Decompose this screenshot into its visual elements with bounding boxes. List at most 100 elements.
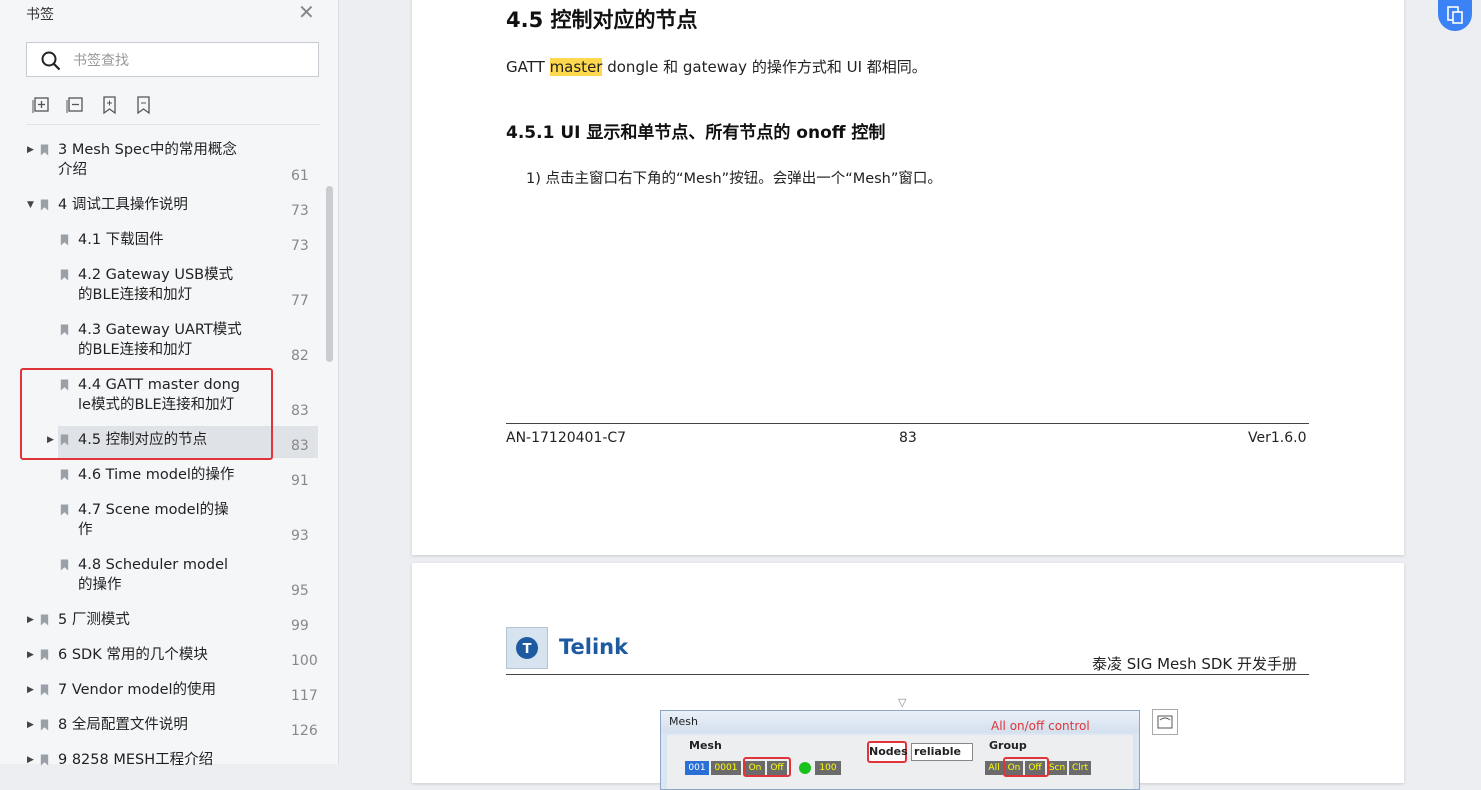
bookmark-label: 的BLE连接和加灯 [78,342,193,358]
bookmark-page-number: 99 [291,618,309,634]
convert-icon [1447,6,1463,24]
bookmark-label: 作 [78,522,93,538]
bookmark-page-number: 73 [291,203,309,219]
page-header-title: 泰凌 SIG Mesh SDK 开发手册 [1092,655,1298,673]
bookmark-item[interactable]: ▶ 6 SDK 常用的几个模块 100 [0,645,320,676]
search-input[interactable] [71,49,305,73]
footer-rule [506,423,1309,424]
bookmark-item[interactable]: ▶ 7 Vendor model的使用 117 [0,680,320,711]
expand-all-icon[interactable] [32,95,54,117]
bookmark-page-number: 73 [291,238,309,254]
bookmark-icon [60,434,69,446]
watermark [1149,0,1177,14]
figure-side-icon [1152,709,1178,735]
divider [26,124,320,125]
expand-arrow-icon[interactable]: ▶ [27,145,34,155]
remove-bookmark-icon[interactable] [134,95,156,117]
figure-group-mesh: Mesh [689,739,722,752]
bookmark-item[interactable]: ▶ 4.5 控制对应的节点 83 [47,426,318,458]
float-tool-button[interactable] [1438,0,1472,31]
sidebar-scrollbar[interactable] [326,186,333,362]
paragraph: GATT master dongle 和 gateway 的操作方式和 UI 都… [506,56,927,77]
bookmark-item[interactable]: ▶ 3 Mesh Spec中的常用概念 介绍 61 [0,140,320,191]
search-icon [41,51,61,71]
bookmark-item[interactable]: 4.4 GATT master dong le模式的BLE连接和加灯 83 [0,375,320,426]
bookmark-label: 4.7 Scene model的操 [78,502,229,518]
bookmark-page-number: 61 [291,168,309,184]
bookmark-icon [60,504,69,516]
expand-arrow-icon[interactable]: ▶ [27,650,34,660]
expand-arrow-icon[interactable]: ▶ [47,435,54,445]
figure-cell: All [985,761,1003,775]
collapse-all-icon[interactable] [66,95,88,117]
bookmark-item[interactable]: 4.1 下载固件 73 [0,230,320,261]
close-icon[interactable]: ✕ [298,2,315,22]
figure-red-frame [1003,757,1049,777]
bookmark-icon [40,719,49,731]
figure-cell: 100 [815,761,841,775]
bookmark-item[interactable]: 4.3 Gateway UART模式 的BLE连接和加灯 82 [0,320,320,371]
expand-arrow-icon[interactable]: ▶ [27,720,34,730]
figure-annotation: All on/off control [991,719,1090,733]
anchor-icon: ▽ [898,696,907,709]
expand-arrow-icon[interactable]: ▶ [27,615,34,625]
bookmark-item[interactable]: 4.6 Time model的操作 91 [0,465,320,496]
bookmark-label: 4.1 下载固件 [78,232,164,248]
bookmark-label: 8 全局配置文件说明 [58,717,188,733]
logo-text: Telink [559,635,629,659]
bookmark-page-number: 95 [291,583,309,599]
bookmark-label: 的BLE连接和加灯 [78,287,193,303]
figure-reliable-select: reliable [911,743,973,761]
bookmark-page-number: 91 [291,473,309,489]
figure-body: Mesh Group Nodes reliable 001 0001 On Of… [667,735,1133,789]
bookmark-icon [60,379,69,391]
bookmark-label: 6 SDK 常用的几个模块 [58,647,208,663]
bookmark-page-number: 83 [291,403,309,419]
step-text: 1) 点击主窗口右下角的“Mesh”按钮。会弹出一个“Mesh”窗口。 [526,171,942,187]
bookmark-label: 4.4 GATT master dong [78,377,240,393]
bookmark-page-number: 77 [291,293,309,309]
para-text: GATT [506,58,550,76]
para-text: dongle 和 gateway 的操作方式和 UI 都相同。 [602,58,927,76]
bookmark-label: 4.5 控制对应的节点 [78,432,208,448]
figure-cell: 0001 [711,761,741,775]
telink-logo-icon: T [506,627,548,669]
search-highlight: master [549,58,603,76]
bookmark-item[interactable]: 4.8 Scheduler model 的操作 95 [0,555,320,606]
expand-arrow-icon[interactable]: ▶ [27,685,34,695]
bookmark-icon [60,324,69,336]
footer-version: Ver1.6.0 [1248,430,1307,446]
bookmark-label: 7 Vendor model的使用 [58,682,217,698]
bookmark-label: 的操作 [78,577,122,593]
logo-mark: T [523,642,532,657]
figure-cell: Scn [1047,761,1067,775]
subsection-heading: 4.5.1 UI 显示和单节点、所有节点的 onoff 控制 [506,123,886,143]
bookmark-label: 3 Mesh Spec中的常用概念 [58,142,237,158]
bookmark-page-number: 100 [291,653,318,669]
bookmark-item[interactable]: 4.2 Gateway USB模式 的BLE连接和加灯 77 [0,265,320,316]
bookmark-item[interactable]: ▶ 9 8258 MESH工程介绍 [0,750,320,781]
bookmark-icon [40,614,49,626]
bookmark-page-number: 126 [291,723,318,739]
bookmark-label: 4.6 Time model的操作 [78,467,235,483]
header-rule [506,674,1309,675]
bookmark-item[interactable]: ▶ 8 全局配置文件说明 126 [0,715,320,746]
figure-nodes-button: Nodes [867,741,908,763]
bookmark-label: 9 8258 MESH工程介绍 [58,752,214,768]
bookmark-search[interactable] [26,42,319,77]
bookmark-panel: 书签 ✕ ▶ 3 Mesh Spec中的常用概念介绍 61 ▼ 4 调试工具操作说明 73… [0,0,339,768]
panel-title: 书签 [26,7,54,23]
bookmark-item[interactable]: 4.7 Scene model的操作 93 [0,500,320,551]
document-page: 4.5 控制对应的节点 GATT master dongle 和 gateway… [412,0,1404,555]
collapse-arrow-icon[interactable]: ▼ [27,200,34,210]
footer-doc-id: AN-17120401-C7 [506,430,627,446]
bookmark-label: le模式的BLE连接和加灯 [78,397,235,413]
bookmark-icon [40,144,49,156]
bookmark-item[interactable]: ▼ 4 调试工具操作说明 73 [0,195,320,226]
add-bookmark-icon[interactable] [100,95,122,117]
bookmark-icon [60,269,69,281]
figure-red-frame [743,757,791,777]
bookmark-icon [60,559,69,571]
bookmark-label: 4.8 Scheduler model [78,557,229,573]
bookmark-item[interactable]: ▶ 5 厂测模式 99 [0,610,320,641]
